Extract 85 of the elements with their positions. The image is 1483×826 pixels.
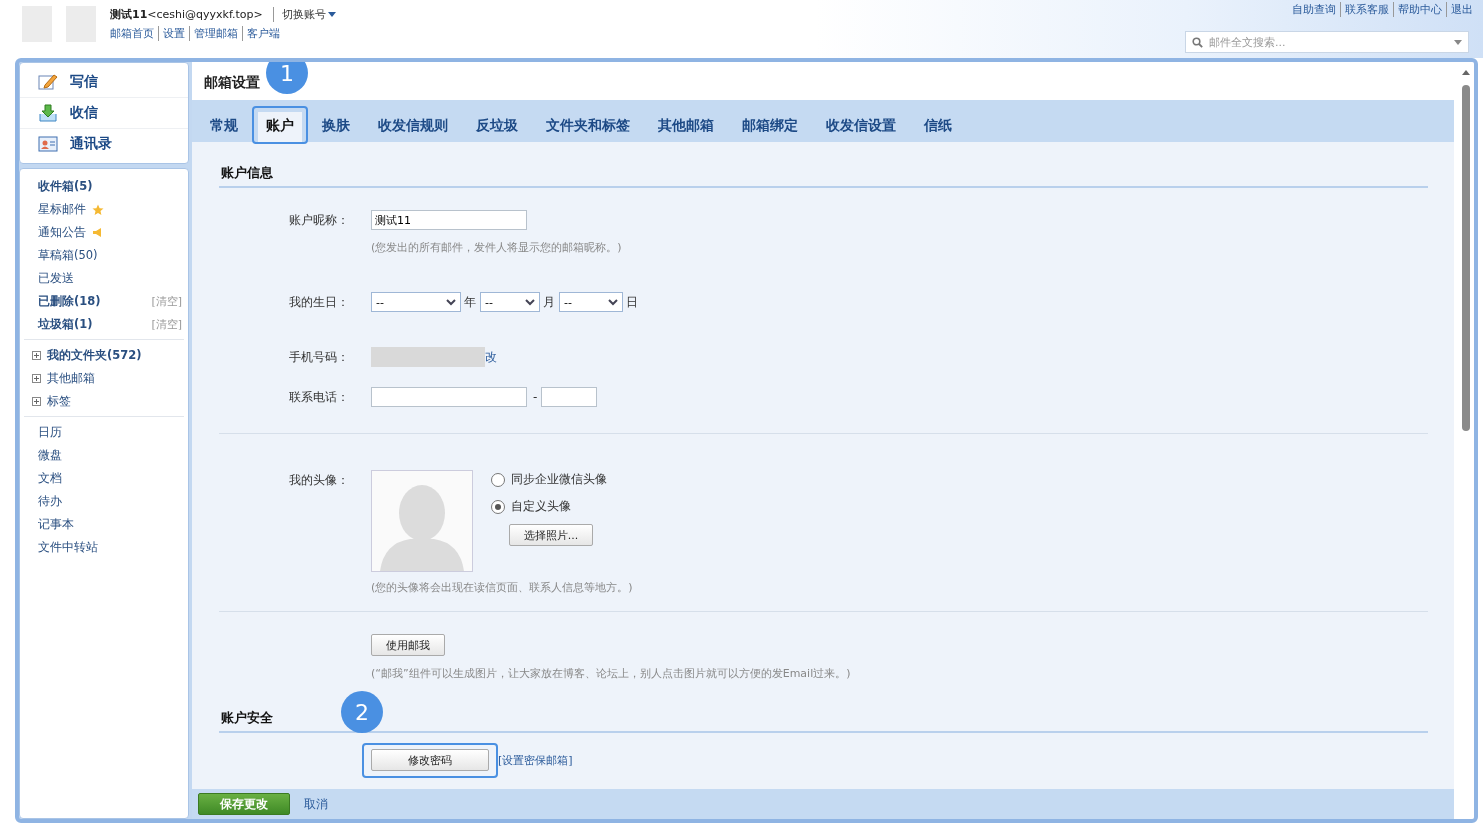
settings-tab[interactable]: 常规 [202,112,246,142]
header-link[interactable]: 设置 [158,26,189,41]
date-select[interactable]: -- [371,292,461,312]
radio-button[interactable] [491,499,505,514]
cancel-link[interactable]: 取消 [304,795,328,813]
top-link[interactable]: 联系客服 [1340,2,1393,17]
folder-item[interactable]: 垃圾箱(1) [清空] [20,313,188,336]
field-label: 联系电话： [288,389,349,406]
security-email-link[interactable]: [设置密保邮箱] [498,752,573,768]
avatar-option[interactable]: 同步企业微信头像 [491,472,607,487]
folder-item[interactable]: 收件箱(5) [20,175,188,198]
speaker-icon [92,227,104,238]
header-link[interactable]: 邮箱首页 [110,26,158,41]
folder-item[interactable]: 通知公告 [20,221,188,244]
field-label: 手机号码： [288,349,349,366]
folder-item[interactable]: 已发送 [20,267,188,290]
folder-group-item[interactable]: 我的文件夹(572) [20,344,188,367]
folder-item[interactable]: 草稿箱(50) [20,244,188,267]
inbox-download-icon [38,104,58,122]
chevron-down-icon [525,298,535,306]
top-link[interactable]: 退出 [1446,2,1477,17]
phone-field[interactable] [371,387,527,407]
settings-tab[interactable]: 账户 [258,112,302,142]
settings-tab[interactable]: 反垃圾 [468,112,526,142]
app-link[interactable]: 记事本 [20,513,188,536]
dropdown-caret-icon [1454,39,1462,45]
app-link[interactable]: 文件中转站 [20,536,188,559]
step-badge: 2 [341,691,383,733]
choose-photo-button[interactable]: 选择照片... [509,524,593,546]
search-field[interactable]: 邮件全文搜索... [1185,31,1469,53]
app-link[interactable]: 日历 [20,421,188,444]
field-hint: (“邮我”组件可以生成图片，让大家放在博客、论坛上，别人点击图片就可以方便的发Email过来。) [371,666,852,681]
date-select[interactable]: -- [480,292,540,312]
date-select[interactable]: -- [559,292,623,312]
scroll-up-arrow-icon[interactable] [1462,70,1470,75]
top-link[interactable]: 自助查询 [1292,2,1340,17]
search-input[interactable]: 邮件全文搜索... [1207,34,1450,50]
app-link[interactable]: 文档 [20,467,188,490]
chevron-down-icon [608,298,618,306]
search-icon [1192,36,1203,48]
folder-group-item[interactable]: 标签 [20,390,188,413]
switch-account-link[interactable]: 切换账号 [272,7,336,22]
settings-tab[interactable]: 换肤 [314,112,358,142]
account-name: 测试11<ceshi@qyyxkf.top> [110,7,263,22]
extension-field[interactable] [541,387,598,407]
section-title: 账户信息 [219,150,1428,188]
field-hint: (您发出的所有邮件，发件人将显示您的邮箱昵称。) [371,240,623,255]
header-link[interactable]: 管理邮箱 [189,26,242,41]
chevron-down-icon [446,298,456,306]
app-link[interactable]: 待办 [20,490,188,513]
field-label: 我的生日： [288,294,349,311]
edit-link[interactable]: 改 [485,349,497,365]
settings-tab[interactable]: 收发信设置 [818,112,904,142]
field-hint: (您的头像将会出现在读信页面、联系人信息等地方。) [371,580,634,595]
mail-me-button[interactable]: 使用邮我 [371,634,445,656]
settings-tab[interactable]: 信纸 [916,112,960,142]
settings-tab[interactable]: 文件夹和标签 [538,112,638,142]
folder-item[interactable]: 已删除(18) [清空] [20,290,188,313]
quick-action-link[interactable]: 通讯录 [20,129,188,159]
app-link[interactable]: 微盘 [20,444,188,467]
step-badge: 1 [266,62,308,94]
top-link[interactable]: 帮助中心 [1393,2,1446,17]
settings-tab[interactable]: 邮箱绑定 [734,112,806,142]
page-title: 邮箱设置 [204,74,260,92]
avatar-option[interactable]: 自定义头像 [491,499,607,514]
field-label: 账户昵称： [288,212,349,229]
contact-card-icon [38,136,58,152]
phone-separator: - [533,390,538,404]
date-unit: 日 [626,293,638,311]
pencil-note-icon [38,73,58,91]
settings-tab[interactable]: 其他邮箱 [650,112,722,142]
field-label: 我的头像： [288,472,349,489]
date-unit: 月 [543,293,555,311]
folder-item[interactable]: 星标邮件 [20,198,188,221]
header-link[interactable]: 客户端 [242,26,284,41]
date-unit: 年 [464,293,476,311]
settings-tab[interactable]: 收发信规则 [370,112,456,142]
nickname-field[interactable]: 测试11 [371,210,527,230]
radio-button[interactable] [491,472,505,487]
folder-group-item[interactable]: 其他邮箱 [20,367,188,390]
quick-action-link[interactable]: 写信 [20,67,188,98]
star-icon [92,203,104,216]
change-password-button[interactable]: 修改密码 [371,749,489,771]
quick-action-link[interactable]: 收信 [20,98,188,129]
caret-icon [327,11,336,18]
